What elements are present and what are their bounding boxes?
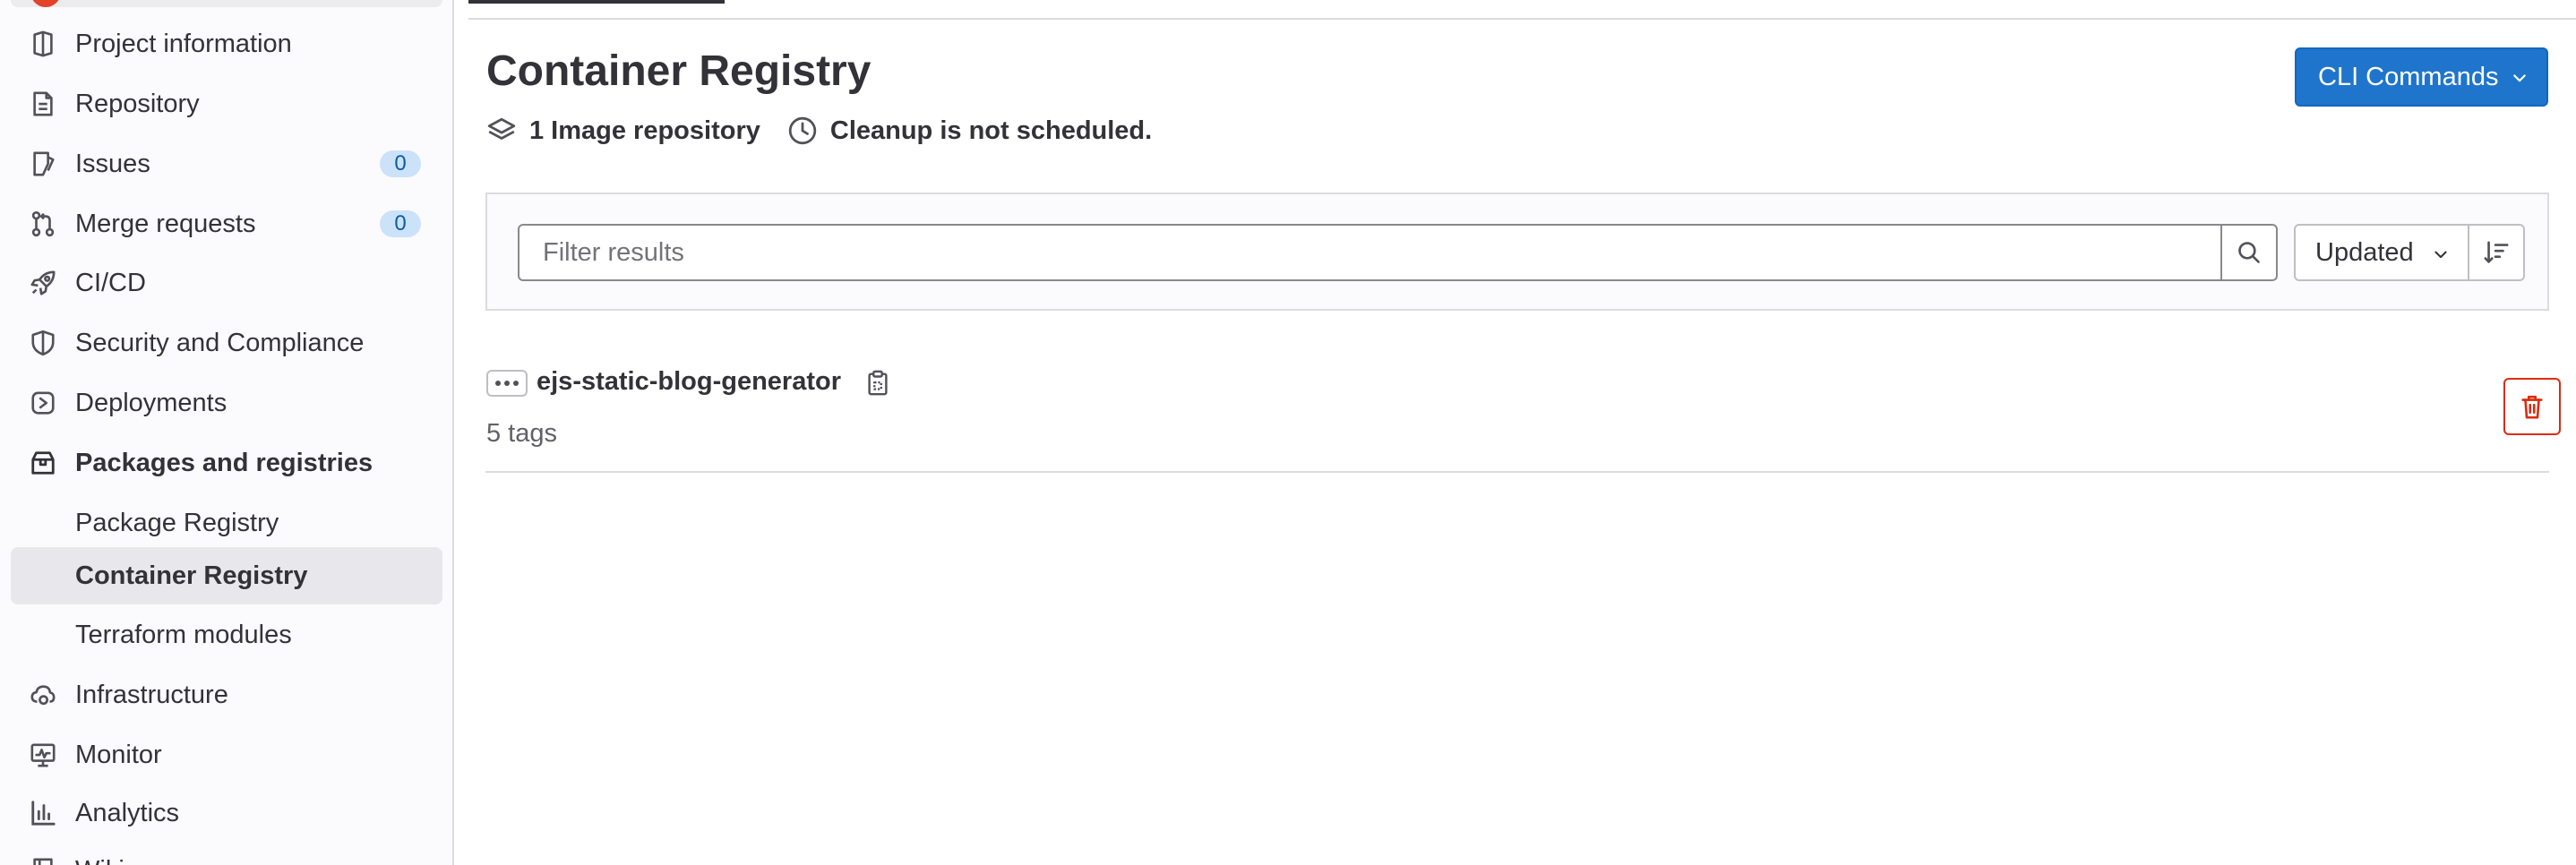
sidebar-item-issues[interactable]: Issues 0 (11, 135, 442, 193)
sidebar: Project information Repository Issues 0 … (0, 0, 454, 865)
sidebar-item-label: Infrastructure (75, 680, 228, 709)
sidebar-item-monitor[interactable]: Monitor (11, 726, 442, 784)
sidebar-item-label: Project information (75, 29, 292, 58)
cli-commands-label: CLI Commands (2318, 62, 2499, 91)
sidebar-item-label: CI/CD (75, 268, 146, 297)
filter-search-input[interactable] (518, 224, 2222, 281)
merge-request-icon (29, 210, 57, 238)
project-info-icon (29, 30, 57, 58)
layers-icon (486, 116, 517, 146)
sidebar-item-label: Issues (75, 149, 150, 178)
sidebar-item-analytics[interactable]: Analytics (11, 784, 442, 842)
active-tab-indicator (468, 0, 725, 4)
trash-icon (2521, 395, 2543, 419)
sidebar-item-label: Deployments (75, 388, 228, 417)
filter-bar: Updated (485, 193, 2549, 311)
sort-direction-button[interactable] (2468, 224, 2525, 281)
repository-name-link[interactable]: ejs-static-blog-generator (537, 367, 841, 397)
search-icon (2238, 242, 2260, 263)
ellipsis-dot (504, 381, 510, 386)
file-doc-icon (29, 90, 57, 118)
sidebar-item-project-information[interactable]: Project information (11, 15, 442, 73)
sidebar-item-deployments[interactable]: Deployments (11, 374, 442, 432)
shield-icon (29, 329, 57, 357)
image-repository-count: 1 Image repository (486, 116, 760, 146)
sidebar-item-infrastructure[interactable]: Infrastructure (11, 666, 442, 724)
image-repository-count-text: 1 Image repository (529, 116, 760, 145)
delete-repository-button[interactable] (2503, 378, 2561, 435)
sidebar-top-item[interactable] (11, 0, 442, 7)
sidebar-item-ci-cd[interactable]: CI/CD (11, 254, 442, 312)
sidebar-item-security[interactable]: Security and Compliance (11, 314, 442, 372)
sidebar-subitem-container-registry[interactable]: Container Registry (11, 547, 442, 604)
cloud-gear-icon (29, 681, 57, 709)
cleanup-status-text: Cleanup is not scheduled. (829, 116, 1153, 145)
sidebar-item-merge-requests[interactable]: Merge requests 0 (11, 195, 442, 253)
chart-icon (29, 799, 57, 827)
sidebar-item-repository[interactable]: Repository (11, 75, 442, 133)
registry-metadata: 1 Image repository Cleanup is not schedu… (486, 113, 1179, 149)
rocket-icon (29, 269, 57, 297)
chevron-down-icon (2513, 74, 2526, 82)
main-content: Container Registry CLI Commands 1 Image … (454, 0, 2576, 865)
sidebar-item-packages-and-registries[interactable]: Packages and registries (11, 434, 442, 492)
toggle-details-button[interactable] (486, 370, 528, 397)
sidebar-item-wiki[interactable]: Wiki (11, 842, 442, 865)
sidebar-item-label: Security and Compliance (75, 328, 365, 357)
sort-by-dropdown[interactable]: Updated (2294, 224, 2469, 281)
copy-image-path-button[interactable] (862, 367, 894, 399)
clock-icon (787, 116, 818, 146)
sidebar-item-label: Monitor (75, 740, 162, 769)
cleanup-status: Cleanup is not scheduled. (787, 116, 1152, 146)
sidebar-subitem-package-registry[interactable]: Package Registry (11, 494, 442, 552)
ellipsis-dot (495, 381, 501, 386)
monitor-icon (29, 741, 57, 769)
header-divider (468, 18, 2576, 20)
sort-lowest-icon (2484, 241, 2509, 263)
book-icon (29, 856, 57, 865)
sidebar-item-label: Wiki (75, 856, 125, 865)
sidebar-item-label: Packages and registries (75, 448, 374, 477)
chevron-down-icon (2434, 251, 2447, 259)
copy-to-clipboard-icon (868, 370, 888, 396)
ellipsis-dot (513, 381, 519, 386)
merge-requests-count-badge: 0 (380, 210, 421, 237)
sort-by-label: Updated (2315, 237, 2414, 267)
deployments-icon (29, 389, 57, 417)
issues-icon (29, 150, 57, 178)
page-title: Container Registry (486, 47, 872, 95)
package-icon (29, 449, 57, 477)
search-button[interactable] (2220, 224, 2278, 281)
sidebar-item-label: Repository (75, 89, 200, 118)
issues-count-badge: 0 (380, 150, 421, 177)
sidebar-subitem-terraform-modules[interactable]: Terraform modules (11, 606, 442, 664)
sidebar-item-label: Analytics (75, 798, 180, 827)
image-repository-row: ejs-static-blog-generator 5 tags (485, 340, 2561, 473)
tag-count: 5 tags (486, 419, 557, 448)
sidebar-item-label: Merge requests (75, 209, 256, 238)
cli-commands-button[interactable]: CLI Commands (2295, 47, 2548, 107)
